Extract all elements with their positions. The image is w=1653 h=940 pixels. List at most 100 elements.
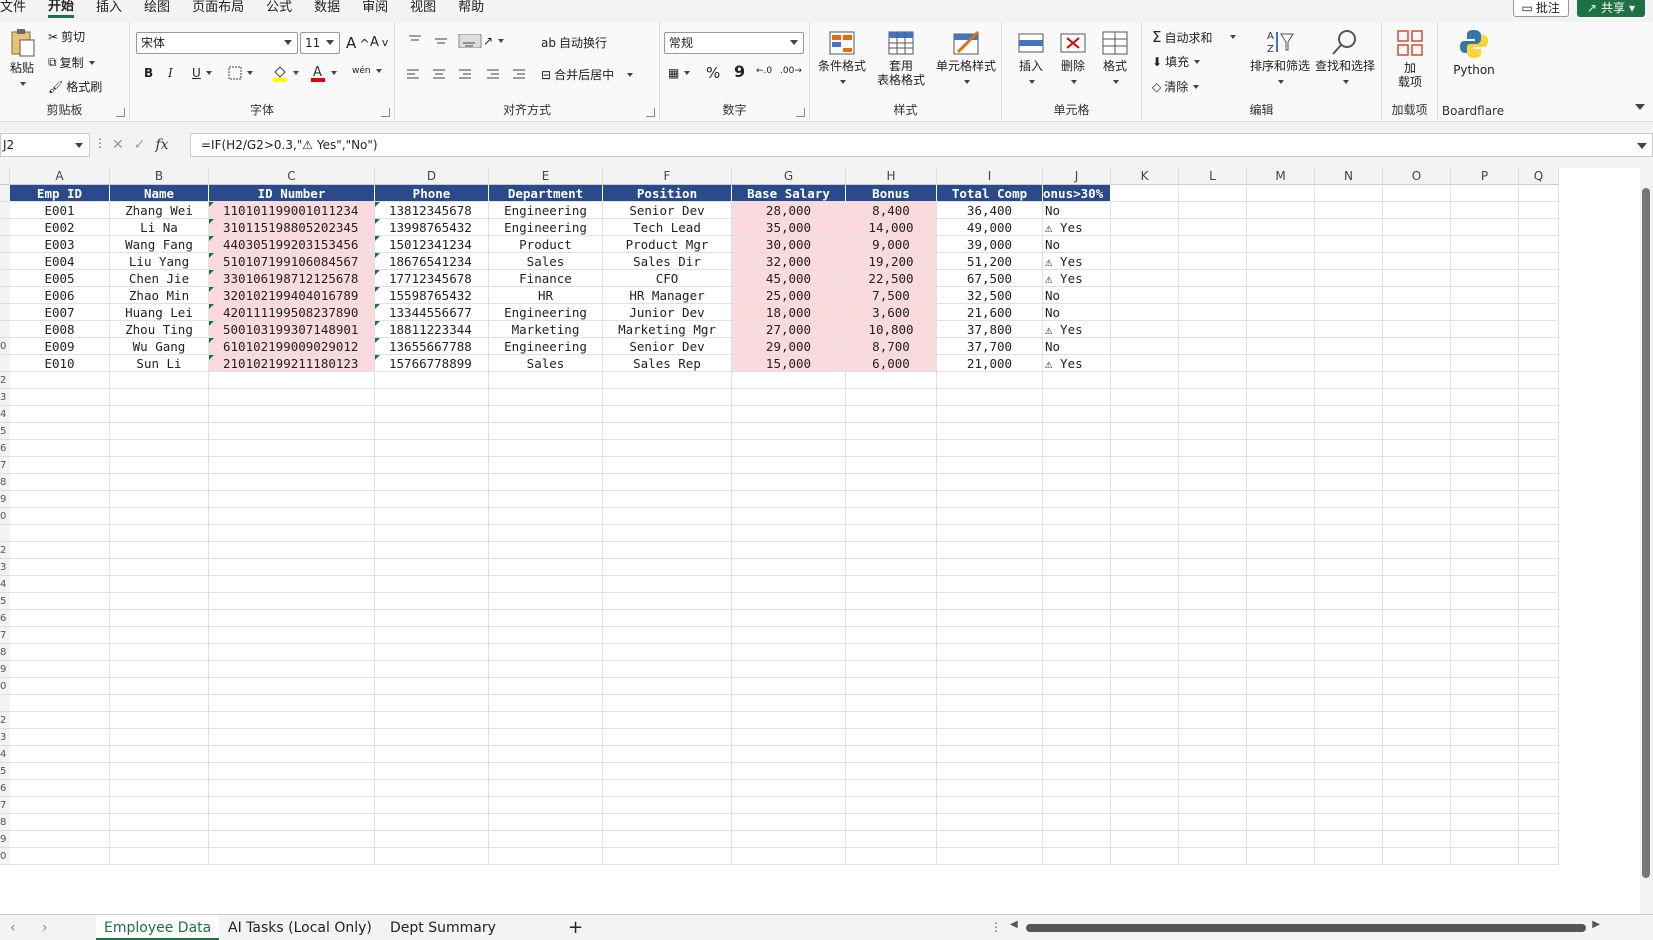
empty-cell[interactable] [846, 559, 937, 576]
table-cell[interactable]: 67,500 [937, 270, 1043, 287]
column-header-o[interactable]: O [1383, 168, 1451, 185]
empty-cell[interactable] [1451, 780, 1519, 797]
horizontal-align-icons[interactable] [407, 68, 527, 82]
column-header-d[interactable]: D [375, 168, 489, 185]
empty-cell[interactable] [1315, 423, 1383, 440]
empty-cell[interactable] [10, 780, 110, 797]
empty-cell[interactable] [732, 372, 846, 389]
empty-cell[interactable] [1519, 355, 1559, 372]
row-header[interactable]: 7 [0, 797, 10, 814]
empty-cell[interactable] [1519, 440, 1559, 457]
empty-cell[interactable] [1247, 253, 1315, 270]
empty-cell[interactable] [375, 440, 489, 457]
empty-cell[interactable] [10, 831, 110, 848]
number-launcher-icon[interactable] [796, 108, 805, 117]
addins-button[interactable]: 加 载项 [1388, 28, 1432, 89]
currency-button[interactable]: ▦ [668, 66, 691, 80]
empty-cell[interactable] [1451, 474, 1519, 491]
empty-cell[interactable] [1383, 236, 1451, 253]
empty-cell[interactable] [1247, 695, 1315, 712]
empty-cell[interactable] [937, 797, 1043, 814]
empty-cell[interactable] [1179, 678, 1247, 695]
empty-cell[interactable] [1519, 474, 1559, 491]
empty-cell[interactable] [1519, 763, 1559, 780]
empty-cell[interactable] [1315, 797, 1383, 814]
empty-cell[interactable] [375, 644, 489, 661]
empty-cell[interactable] [1043, 763, 1111, 780]
empty-cell[interactable] [1247, 593, 1315, 610]
empty-cell[interactable] [1179, 695, 1247, 712]
empty-cell[interactable] [209, 763, 375, 780]
empty-cell[interactable] [375, 389, 489, 406]
empty-cell[interactable] [1111, 593, 1179, 610]
empty-cell[interactable] [1451, 542, 1519, 559]
empty-cell[interactable] [937, 661, 1043, 678]
empty-cell[interactable] [1111, 219, 1179, 236]
empty-cell[interactable] [489, 525, 603, 542]
empty-cell[interactable] [1315, 202, 1383, 219]
table-cell[interactable]: Product Mgr [603, 236, 732, 253]
empty-cell[interactable] [1315, 661, 1383, 678]
empty-cell[interactable] [489, 372, 603, 389]
menu-item-3[interactable]: 绘图 [144, 0, 170, 16]
empty-cell[interactable] [846, 729, 937, 746]
empty-cell[interactable] [110, 661, 209, 678]
table-cell[interactable]: E005 [10, 270, 110, 287]
empty-cell[interactable] [1111, 321, 1179, 338]
empty-cell[interactable] [1315, 763, 1383, 780]
empty-cell[interactable] [1519, 848, 1559, 865]
empty-cell[interactable] [489, 780, 603, 797]
empty-cell[interactable] [1179, 559, 1247, 576]
empty-cell[interactable] [10, 695, 110, 712]
empty-cell[interactable] [1111, 814, 1179, 831]
empty-cell[interactable] [732, 797, 846, 814]
table-cell[interactable]: 15766778899 [375, 355, 489, 372]
empty-cell[interactable] [375, 559, 489, 576]
empty-cell[interactable] [732, 848, 846, 865]
empty-cell[interactable] [209, 814, 375, 831]
empty-cell[interactable] [937, 389, 1043, 406]
empty-cell[interactable] [1247, 219, 1315, 236]
empty-cell[interactable] [1179, 593, 1247, 610]
row-header[interactable]: 4 [0, 746, 10, 763]
empty-cell[interactable] [1383, 797, 1451, 814]
horizontal-scrollbar[interactable]: ◀ ▶ [1010, 919, 1600, 933]
empty-cell[interactable] [1111, 389, 1179, 406]
row-header[interactable]: 5 [0, 423, 10, 440]
empty-cell[interactable] [1315, 321, 1383, 338]
empty-cell[interactable] [1043, 406, 1111, 423]
empty-cell[interactable] [1451, 236, 1519, 253]
empty-cell[interactable] [209, 474, 375, 491]
empty-cell[interactable] [1383, 542, 1451, 559]
empty-cell[interactable] [1315, 457, 1383, 474]
empty-cell[interactable] [603, 797, 732, 814]
paste-button[interactable]: 粘贴 [6, 28, 38, 89]
empty-cell[interactable] [732, 457, 846, 474]
empty-cell[interactable] [375, 593, 489, 610]
row-header[interactable]: 6 [0, 780, 10, 797]
table-cell[interactable]: Chen Jie [110, 270, 209, 287]
empty-cell[interactable] [846, 780, 937, 797]
font-size-select[interactable]: 11 [300, 32, 340, 54]
empty-cell[interactable] [10, 440, 110, 457]
collapse-ribbon-icon[interactable] [1633, 99, 1645, 113]
empty-cell[interactable] [1111, 525, 1179, 542]
table-cell[interactable]: 10,800 [846, 321, 937, 338]
empty-cell[interactable] [1315, 474, 1383, 491]
empty-cell[interactable] [375, 491, 489, 508]
empty-cell[interactable] [937, 746, 1043, 763]
row-header[interactable]: 3 [0, 389, 10, 406]
table-cell[interactable]: 28,000 [732, 202, 846, 219]
empty-cell[interactable] [1043, 525, 1111, 542]
empty-cell[interactable] [1043, 576, 1111, 593]
empty-cell[interactable] [1247, 236, 1315, 253]
empty-cell[interactable] [375, 678, 489, 695]
empty-cell[interactable] [1451, 321, 1519, 338]
border-button[interactable] [228, 66, 253, 80]
empty-cell[interactable] [489, 559, 603, 576]
empty-cell[interactable] [489, 542, 603, 559]
empty-cell[interactable] [937, 678, 1043, 695]
empty-cell[interactable] [489, 508, 603, 525]
empty-cell[interactable] [1247, 440, 1315, 457]
empty-cell[interactable] [489, 814, 603, 831]
